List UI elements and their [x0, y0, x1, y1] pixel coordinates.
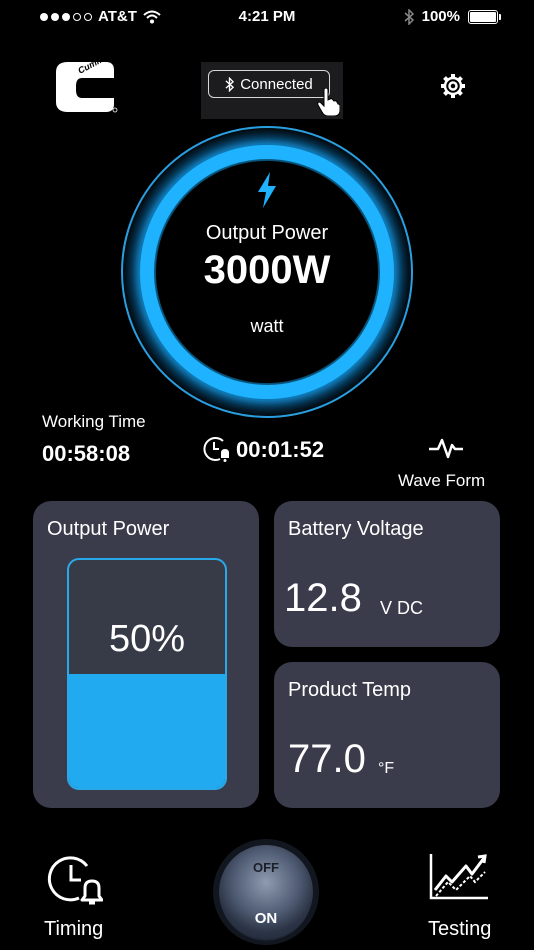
- output-power-card-title: Output Power: [47, 518, 170, 540]
- output-power-percent: 50%: [108, 618, 186, 660]
- battery-voltage-unit: V DC: [380, 598, 424, 618]
- timing-button-label[interactable]: Timing: [44, 918, 103, 941]
- hand-cursor-icon: [317, 88, 340, 116]
- countdown-timer-value: 00:01:52: [236, 437, 325, 462]
- battery-voltage-value: 12.8: [284, 576, 362, 620]
- connection-panel: Connected: [201, 62, 343, 119]
- testing-chart-icon[interactable]: [428, 852, 490, 902]
- lightning-bolt-icon: [258, 172, 276, 208]
- testing-button-label[interactable]: Testing: [428, 918, 491, 941]
- working-time-label: Working Time: [42, 412, 146, 431]
- power-on-label: ON: [254, 910, 278, 927]
- connection-button[interactable]: Connected: [208, 70, 330, 98]
- connection-label: Connected: [240, 75, 313, 93]
- power-toggle-button[interactable]: [212, 838, 320, 946]
- battery-icon: [468, 9, 501, 24]
- gauge-value: 3000W: [203, 248, 331, 292]
- gear-icon[interactable]: [439, 72, 467, 100]
- battery-voltage-card-title: Battery Voltage: [288, 518, 424, 540]
- bluetooth-icon: [225, 76, 235, 92]
- timing-icon[interactable]: [47, 852, 103, 908]
- waveform-icon[interactable]: [428, 436, 464, 460]
- gauge-unit: watt: [250, 316, 284, 336]
- wave-form-button-label[interactable]: Wave Form: [398, 471, 485, 491]
- output-power-level-bar: 50%: [67, 558, 227, 790]
- product-temp-unit: °F: [378, 760, 395, 777]
- gauge-label: Output Power: [205, 222, 329, 244]
- bluetooth-status-icon: [404, 8, 414, 25]
- status-bar: AT&T 4:21 PM 100%: [0, 0, 534, 34]
- battery-percent: 100%: [421, 8, 460, 25]
- power-off-label: OFF: [253, 860, 279, 875]
- product-temp-value: 77.0: [288, 737, 366, 781]
- cummins-logo: Cummins: [56, 60, 118, 113]
- alarm-clock-icon: [203, 437, 229, 462]
- product-temp-card-title: Product Temp: [288, 679, 412, 701]
- output-power-level-fill: [69, 674, 225, 788]
- working-time-value: 00:58:08: [42, 441, 131, 466]
